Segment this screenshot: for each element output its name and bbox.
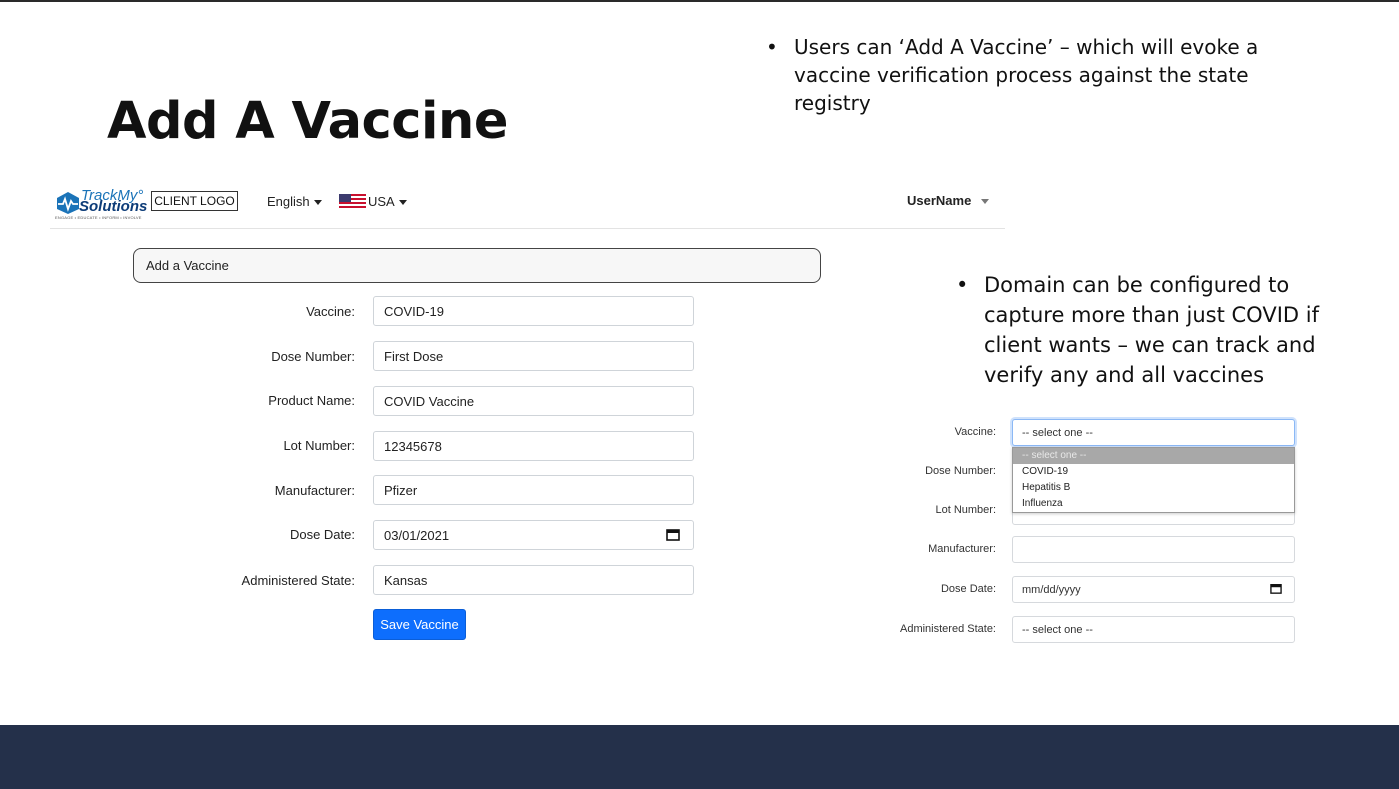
mini-dose-number-label: Dose Number: xyxy=(925,465,996,477)
lot-number-field[interactable]: 12345678 xyxy=(373,431,694,461)
dose-date-label-row: Dose Date: xyxy=(150,519,355,551)
mini-vaccine-label: Vaccine: xyxy=(954,426,996,438)
mini-lot-number-label: Lot Number: xyxy=(935,504,996,516)
vaccine-option[interactable]: Hepatitis B xyxy=(1013,480,1294,496)
manufacturer-field[interactable]: Pfizer xyxy=(373,475,694,505)
product-name-label: Product Name: xyxy=(268,393,355,408)
app-navbar: TrackMy° Solutions ENGAGE • EDUCATE • IN… xyxy=(50,182,1005,229)
slide-bullet-1-text: Users can ‘Add A Vaccine’ – which will e… xyxy=(794,35,1259,115)
vaccine-option[interactable]: -- select one -- xyxy=(1013,448,1294,464)
language-dropdown[interactable]: English xyxy=(267,194,322,209)
language-label: English xyxy=(267,194,310,209)
administered-state-field[interactable]: Kansas xyxy=(373,565,694,595)
mini-manufacturer-label: Manufacturer: xyxy=(928,543,996,555)
add-vaccine-card-header: Add a Vaccine xyxy=(133,248,821,283)
user-menu[interactable]: UserName xyxy=(907,193,990,208)
administered-state-label: Administered State: xyxy=(241,573,355,588)
product-name-label-row: Product Name: xyxy=(150,385,355,417)
bullet-dot: • xyxy=(766,35,778,59)
dose-number-label: Dose Number: xyxy=(271,349,355,364)
save-vaccine-button[interactable]: Save Vaccine xyxy=(373,609,466,640)
dose-date-field[interactable]: 03/01/2021 xyxy=(373,520,694,550)
country-dropdown[interactable]: USA xyxy=(339,194,407,209)
slide-bullet-list-top: • Users can ‘Add A Vaccine’ – which will… xyxy=(766,33,1326,117)
mini-vaccine-select[interactable]: -- select one -- xyxy=(1012,419,1295,446)
mini-dose-date-field[interactable]: mm/dd/yyyy xyxy=(1012,576,1295,603)
slide-bullet-list-right: • Domain can be configured to capture mo… xyxy=(956,270,1376,390)
username-label: UserName xyxy=(907,193,972,208)
mini-manufacturer-field[interactable] xyxy=(1012,536,1295,563)
dose-date-value: 03/01/2021 xyxy=(384,528,450,543)
product-name-field[interactable]: COVID Vaccine xyxy=(373,386,694,416)
vaccine-option[interactable]: COVID-19 xyxy=(1013,464,1294,480)
mini-state-label: Administered State: xyxy=(900,623,996,635)
brand-tagline: ENGAGE • EDUCATE • INFORM • INVOLVE xyxy=(55,215,142,220)
vaccine-label: Vaccine: xyxy=(306,304,355,319)
slide-bullet-2: • Domain can be configured to capture mo… xyxy=(956,270,1376,390)
manufacturer-label-row: Manufacturer: xyxy=(150,475,355,507)
mini-state-select[interactable]: -- select one -- xyxy=(1012,616,1295,643)
brand-logo[interactable]: TrackMy° Solutions ENGAGE • EDUCATE • IN… xyxy=(55,187,149,221)
lot-number-label: Lot Number: xyxy=(283,438,355,453)
vaccine-label-row: Vaccine: xyxy=(150,296,355,328)
lot-number-label-row: Lot Number: xyxy=(150,430,355,462)
chevron-down-icon xyxy=(981,199,990,205)
calendar-icon[interactable] xyxy=(666,528,680,541)
brand-name-line2: Solutions xyxy=(79,198,148,215)
manufacturer-label: Manufacturer: xyxy=(274,483,355,498)
mini-dose-date-label: Dose Date: xyxy=(940,583,996,595)
slide-bullet-2-text: Domain can be configured to capture more… xyxy=(984,273,1319,387)
vaccine-option[interactable]: Influenza xyxy=(1013,496,1294,512)
slide-footer-band xyxy=(0,725,1399,789)
slide-top-rule xyxy=(0,0,1399,2)
vaccine-options-list[interactable]: -- select one -- COVID-19 Hepatitis B In… xyxy=(1012,447,1295,513)
country-label: USA xyxy=(368,194,395,209)
calendar-icon[interactable] xyxy=(1270,583,1282,594)
dose-number-label-row: Dose Number: xyxy=(150,341,355,373)
mini-dose-date-placeholder: mm/dd/yyyy xyxy=(1022,584,1081,596)
chevron-down-icon xyxy=(398,200,407,206)
state-label-row: Administered State: xyxy=(150,565,355,597)
dose-date-label: Dose Date: xyxy=(289,527,355,542)
us-flag-icon xyxy=(339,194,366,208)
chevron-down-icon xyxy=(313,200,322,206)
dose-number-field[interactable]: First Dose xyxy=(373,341,694,371)
slide-title: Add A Vaccine xyxy=(107,92,508,151)
bullet-dot: • xyxy=(956,273,969,297)
client-logo: CLIENT LOGO xyxy=(151,191,238,211)
vaccine-field[interactable]: COVID-19 xyxy=(373,296,694,326)
trackmy-logo-icon xyxy=(57,192,79,214)
slide-bullet-1: • Users can ‘Add A Vaccine’ – which will… xyxy=(766,33,1326,117)
